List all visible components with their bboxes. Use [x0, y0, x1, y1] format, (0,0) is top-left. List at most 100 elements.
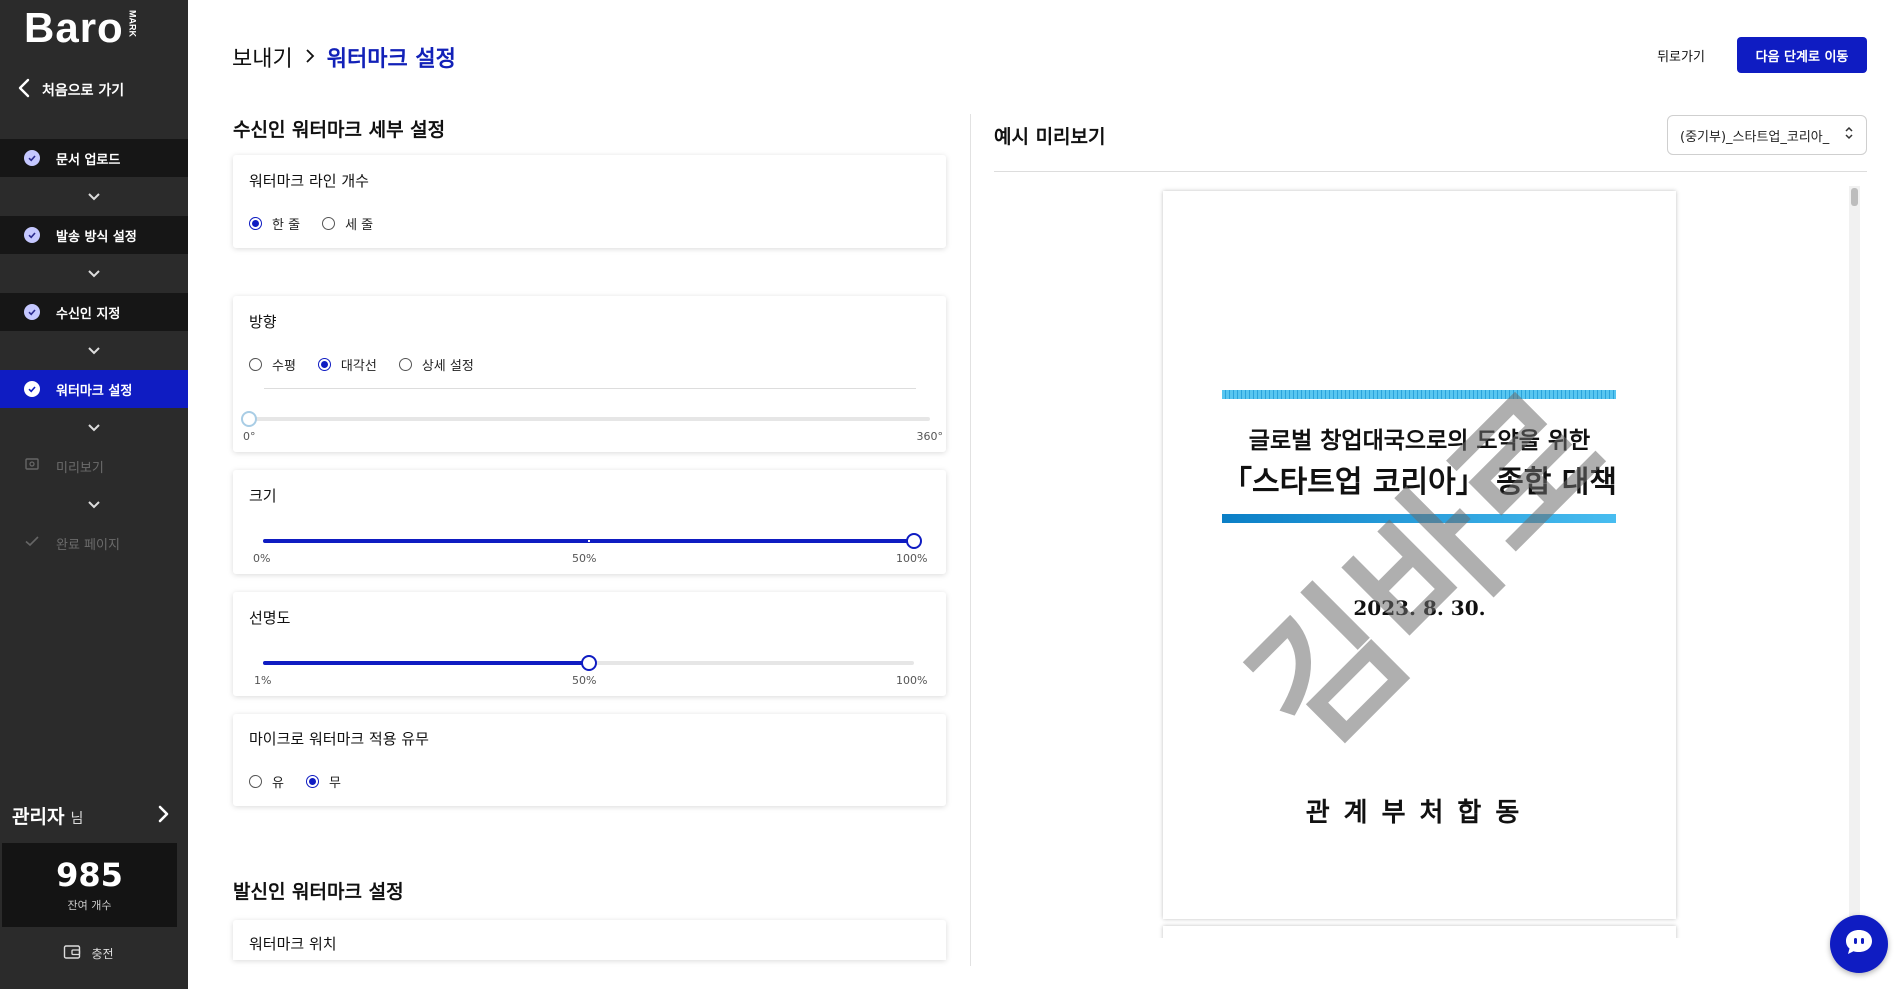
micro-watermark-options: 유 무 — [249, 772, 341, 791]
size-min-label: 0% — [253, 552, 271, 565]
remaining-count-label: 잔여 개수 — [67, 899, 112, 912]
step-delivery-method[interactable]: 발송 방식 설정 — [0, 216, 188, 254]
line-count-title: 워터마크 라인 개수 — [249, 172, 369, 190]
admin-name: 관리자 — [12, 806, 65, 828]
radio-micro-no[interactable]: 무 — [305, 772, 341, 791]
step-label: 문서 업로드 — [56, 152, 121, 168]
breadcrumb: 보내기 워터마크 설정 — [232, 41, 456, 73]
breadcrumb-parent[interactable]: 보내기 — [232, 41, 293, 73]
chevron-right-icon — [158, 805, 170, 827]
radio-indicator — [398, 358, 412, 371]
step-label: 미리보기 — [56, 460, 104, 476]
radio-three-lines[interactable]: 세 줄 — [322, 214, 373, 233]
back-home-button[interactable]: 처음으로 가기 — [18, 78, 124, 102]
angle-max-label: 360° — [916, 430, 944, 443]
preview-area: 글로벌 창업대국으로의 도약을 위한 「스타트업 코리아」 종합 대책 2023… — [994, 186, 1854, 938]
sidebar: Baro MARK 처음으로 가기 문서 업로드 발송 방식 설정 수신인 지정… — [0, 0, 188, 989]
panel-divider — [970, 114, 971, 966]
chevron-down-icon — [0, 408, 188, 447]
admin-profile[interactable]: 관리자 님 — [12, 802, 170, 829]
radio-horizontal[interactable]: 수평 — [249, 355, 296, 374]
radio-label: 유 — [272, 776, 284, 791]
chevron-right-icon — [305, 45, 315, 70]
slider-fill — [263, 661, 589, 665]
step-recipients[interactable]: 수신인 지정 — [0, 293, 188, 331]
logo-text: Baro — [24, 4, 124, 51]
document-select[interactable]: (중기부)_스타트업_코리아_ — [1667, 115, 1867, 155]
clarity-card: 선명도 1% 50% 100% — [233, 592, 946, 696]
angle-slider[interactable] — [241, 411, 930, 427]
chevron-down-icon — [0, 331, 188, 370]
scrollbar-thumb[interactable] — [1851, 188, 1858, 206]
radio-one-line[interactable]: 한 줄 — [249, 214, 300, 233]
remaining-count: 985 — [56, 856, 123, 894]
direction-title: 방향 — [249, 313, 277, 331]
slider-thumb[interactable] — [580, 655, 597, 671]
recipient-section-title: 수신인 워터마크 세부 설정 — [233, 119, 446, 141]
step-list: 문서 업로드 발송 방식 설정 수신인 지정 워터마크 설정 미리보기 완료 페… — [0, 139, 188, 562]
clarity-slider[interactable] — [263, 655, 914, 671]
radio-custom[interactable]: 상세 설정 — [398, 355, 474, 374]
document-page-next — [1163, 926, 1676, 938]
remaining-count-box: 985 잔여 개수 — [2, 843, 177, 927]
divider — [264, 388, 916, 389]
step-label: 워터마크 설정 — [56, 383, 133, 399]
watermark-position-title: 워터마크 위치 — [249, 935, 337, 953]
check-circle-icon — [24, 150, 40, 166]
charge-button[interactable]: 충전 — [0, 944, 177, 963]
breadcrumb-current: 워터마크 설정 — [326, 47, 456, 72]
chevron-left-icon — [18, 78, 30, 102]
radio-indicator — [305, 775, 319, 788]
radio-indicator — [322, 217, 336, 230]
size-mid-label: 50% — [572, 552, 597, 565]
clarity-title: 선명도 — [249, 609, 291, 627]
chevron-updown-icon — [1844, 125, 1854, 145]
step-watermark[interactable]: 워터마크 설정 — [0, 370, 188, 408]
slider-track — [249, 417, 930, 421]
step-label: 수신인 지정 — [56, 306, 121, 322]
wallet-icon — [63, 944, 81, 963]
chevron-down-icon — [0, 485, 188, 524]
admin-suffix: 님 — [70, 811, 84, 827]
radio-diagonal[interactable]: 대각선 — [317, 355, 377, 374]
step-preview: 미리보기 — [0, 447, 188, 485]
check-circle-icon — [24, 381, 40, 397]
step-complete: 완료 페이지 — [0, 524, 188, 562]
document-page: 글로벌 창업대국으로의 도약을 위한 「스타트업 코리아」 종합 대책 2023… — [1163, 191, 1676, 919]
chat-button[interactable] — [1830, 915, 1888, 973]
sender-section-title: 발신인 워터마크 설정 — [233, 881, 404, 903]
size-title: 크기 — [249, 487, 277, 505]
direction-options: 수평 대각선 상세 설정 — [249, 355, 474, 374]
radio-label: 상세 설정 — [421, 359, 474, 374]
charge-label: 충전 — [91, 947, 114, 961]
radio-label: 무 — [328, 776, 341, 791]
size-max-label: 100% — [896, 552, 928, 565]
document-title-line1: 글로벌 창업대국으로의 도약을 위한 — [1248, 428, 1591, 454]
radio-micro-yes[interactable]: 유 — [249, 772, 284, 791]
radio-indicator — [249, 358, 262, 371]
back-button[interactable]: 뒤로가기 — [1644, 37, 1718, 73]
check-circle-icon — [24, 304, 40, 320]
slider-tick — [588, 540, 590, 542]
watermark-position-card: 워터마크 위치 — [233, 920, 946, 960]
radio-label: 세 줄 — [345, 218, 374, 233]
micro-watermark-card: 마이크로 워터마크 적용 유무 유 무 — [233, 714, 946, 806]
check-circle-icon — [24, 227, 40, 243]
next-step-button[interactable]: 다음 단계로 이동 — [1737, 37, 1867, 73]
slider-thumb[interactable] — [906, 533, 922, 549]
size-slider[interactable] — [263, 533, 922, 549]
title-bar-top — [1222, 390, 1616, 399]
preview-scrollbar[interactable] — [1849, 186, 1860, 938]
micro-watermark-title: 마이크로 워터마크 적용 유무 — [249, 730, 429, 748]
logo[interactable]: Baro MARK — [24, 4, 138, 51]
slider-thumb[interactable] — [241, 411, 257, 427]
step-upload[interactable]: 문서 업로드 — [0, 139, 188, 177]
preview-icon — [24, 456, 40, 476]
radio-label: 한 줄 — [272, 218, 301, 233]
preview-title: 예시 미리보기 — [994, 126, 1106, 148]
clarity-min-label: 1% — [254, 674, 272, 687]
step-label: 발송 방식 설정 — [56, 229, 137, 245]
back-home-label: 처음으로 가기 — [42, 83, 125, 99]
checkmark-icon — [24, 533, 40, 553]
chevron-down-icon — [0, 254, 188, 293]
